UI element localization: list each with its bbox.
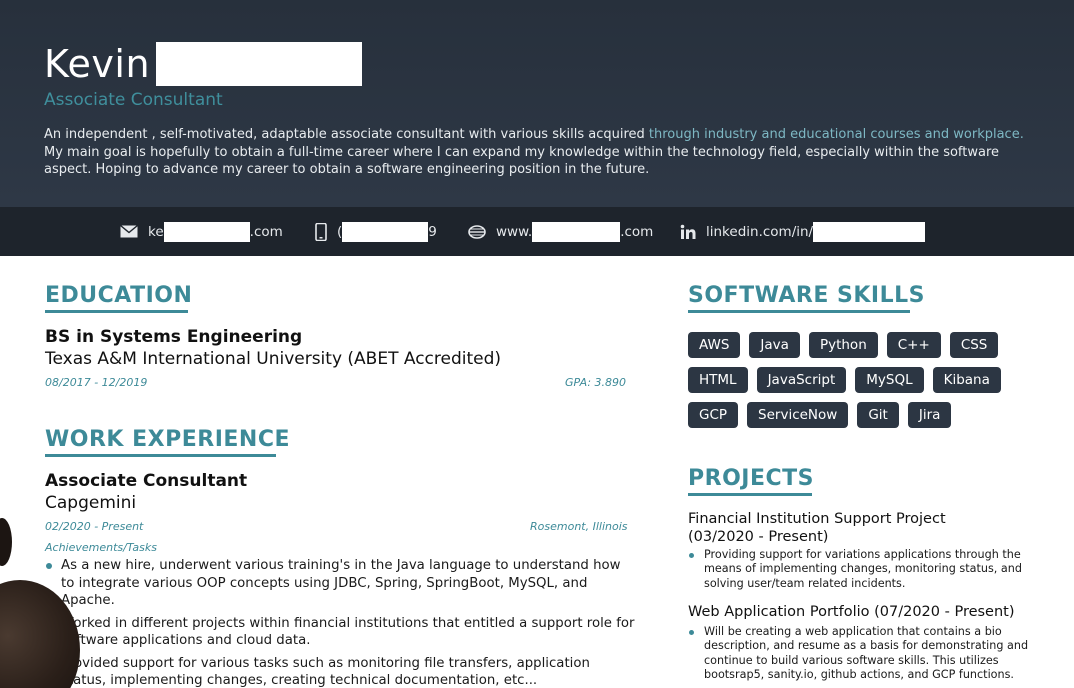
education-underline [45, 310, 188, 313]
project-name: Financial Institution Support Project [688, 511, 946, 527]
summary-part-2: through industry and educational courses… [644, 127, 1024, 142]
skills-heading: SOFTWARE SKILLS [688, 283, 925, 308]
project-title: Web Application Portfolio (07/2020 - Pre… [688, 603, 1015, 621]
skill-tag: ServiceNow [747, 402, 849, 428]
skill-tag: Kibana [932, 367, 1001, 393]
skill-tag: GCP [688, 402, 739, 428]
redacted-email [163, 221, 250, 242]
email-suffix: .com [249, 223, 283, 240]
summary-part-3: My main goal is hopefully to obtain a fu… [44, 144, 1000, 178]
contact-email[interactable]: ke .com [120, 207, 283, 256]
skill-tag: HTML [688, 367, 748, 393]
skill-row: AWS Java Python C++ CSS [688, 332, 1038, 358]
list-item: Will be creating a web application that … [688, 625, 1033, 682]
school-name: Texas A&M International University (ABET… [45, 349, 502, 369]
projects-underline [688, 493, 812, 496]
phone-icon [315, 222, 327, 241]
work-subheading: Achievements/Tasks [45, 541, 157, 554]
degree: BS in Systems Engineering [45, 327, 303, 347]
education-gpa: GPA: 3.890 [565, 376, 627, 389]
phone-suffix: 9 [428, 223, 437, 240]
name-row: Kevin [44, 40, 363, 88]
projects-heading: PROJECTS [688, 466, 814, 491]
contact-bar: ke .com ( 9 www. .com linkedin.com/in/ [0, 207, 1074, 256]
summary-part-1: An independent , self-motivated, adaptab… [44, 127, 645, 142]
skill-tag: Git [857, 402, 899, 428]
work-achievements-list: As a new hire, underwent various trainin… [45, 557, 635, 688]
photo-fragment [0, 518, 12, 566]
linkedin-icon [680, 224, 696, 239]
envelope-icon [120, 225, 138, 238]
education-dates: 08/2017 - 12/2019 [45, 376, 148, 389]
job-role: Associate Consultant [44, 90, 223, 110]
skill-tag: Java [749, 332, 800, 358]
website-prefix: www. [496, 223, 533, 240]
linkedin-prefix: linkedin.com/in/ [706, 223, 814, 240]
project-dates: (03/2020 - Present) [688, 529, 829, 545]
skill-row: HTML JavaScript MySQL Kibana [688, 367, 1038, 393]
contact-linkedin[interactable]: linkedin.com/in/ [680, 207, 926, 256]
first-name: Kevin [44, 42, 151, 86]
redacted-phone [342, 221, 429, 242]
skill-row: GCP ServiceNow Git Jira [688, 402, 1038, 428]
skill-tag: JavaScript [756, 367, 847, 393]
list-item: Providing support for variations applica… [688, 548, 1033, 591]
skill-tag: C++ [886, 332, 941, 358]
resume-header: Kevin Associate Consultant An independen… [0, 0, 1074, 207]
education-heading: EDUCATION [45, 283, 193, 308]
redacted-linkedin [813, 221, 926, 242]
project-bullets: Providing support for variations applica… [688, 548, 1033, 591]
work-underline [45, 454, 276, 457]
list-item: As a new hire, underwent various trainin… [45, 557, 635, 610]
job-title: Associate Consultant [45, 471, 248, 491]
skills-tag-cloud: AWS Java Python C++ CSS HTML JavaScript … [688, 332, 1038, 437]
skill-tag: Python [808, 332, 878, 358]
project-bullets: Will be creating a web application that … [688, 625, 1033, 682]
contact-website[interactable]: www. .com [468, 207, 653, 256]
contact-phone[interactable]: ( 9 [315, 207, 437, 256]
company-name: Capgemini [45, 493, 137, 513]
redacted-website [532, 221, 621, 242]
skill-tag: CSS [949, 332, 999, 358]
skills-underline [688, 310, 910, 313]
project-name: Web Application Portfolio (07/2020 - Pre… [688, 604, 1015, 620]
work-heading: WORK EXPERIENCE [45, 427, 290, 452]
redacted-last-name [156, 42, 363, 86]
project-title: Financial Institution Support Project (0… [688, 510, 946, 546]
work-location: Rosemont, Illinois [530, 520, 628, 533]
skill-tag: Jira [907, 402, 952, 428]
website-suffix: .com [620, 223, 654, 240]
email-prefix: ke [148, 223, 164, 240]
skill-tag: MySQL [855, 367, 924, 393]
skill-tag: AWS [688, 332, 741, 358]
work-dates: 02/2020 - Present [45, 520, 144, 533]
list-item: Worked in different projects within fina… [45, 615, 635, 650]
list-item: Provided support for various tasks such … [61, 655, 590, 688]
summary-text: An independent , self-motivated, adaptab… [44, 126, 1034, 179]
globe-icon [468, 224, 486, 239]
